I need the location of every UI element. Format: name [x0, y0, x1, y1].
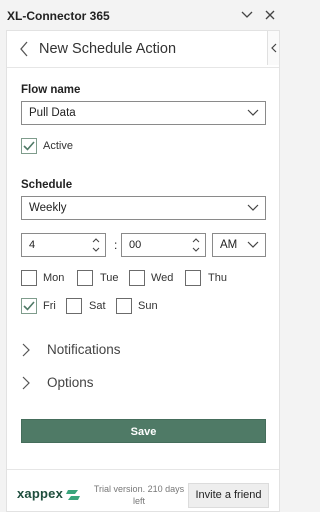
minute-value: 00	[129, 239, 142, 251]
options-label: Options	[47, 375, 94, 390]
checkmark-icon	[23, 141, 35, 151]
day-checkbox-sat[interactable]	[66, 298, 82, 314]
hour-value: 4	[29, 239, 36, 251]
close-icon[interactable]	[261, 6, 279, 24]
notifications-expander[interactable]: Notifications	[21, 340, 261, 360]
collapse-pane-button[interactable]	[267, 31, 279, 65]
time-separator: :	[114, 238, 118, 252]
day-checkbox-sun[interactable]	[116, 298, 132, 314]
minute-stepper[interactable]: 00	[121, 233, 206, 257]
logo-text: xappex	[17, 486, 64, 501]
title-bar: XL-Connector 365	[0, 0, 286, 30]
xappex-logo: xappex	[17, 486, 87, 503]
chevron-right-icon	[22, 376, 30, 390]
frequency-value: Weekly	[29, 202, 67, 214]
chevron-down-icon	[247, 204, 259, 211]
day-label-fri: Fri	[43, 300, 56, 312]
page-header: New Schedule Action	[7, 31, 279, 68]
day-checkbox-mon[interactable]	[21, 270, 37, 286]
spin-arrows-icon[interactable]	[191, 235, 201, 255]
day-label-mon: Mon	[43, 272, 65, 284]
chevron-down-icon	[247, 109, 259, 116]
day-checkbox-fri[interactable]	[21, 298, 37, 314]
hour-stepper[interactable]: 4	[21, 233, 106, 257]
day-checkbox-wed[interactable]	[129, 270, 145, 286]
checkmark-icon	[23, 301, 35, 311]
task-pane: New Schedule Action Flow name Pull Data …	[6, 30, 280, 512]
logo-mark-icon	[66, 490, 80, 500]
active-label: Active	[43, 140, 73, 152]
flow-name-label: Flow name	[21, 84, 81, 96]
spin-arrows-icon[interactable]	[91, 235, 101, 255]
trial-status: Trial version. 210 days left	[93, 484, 185, 506]
flow-name-dropdown[interactable]: Pull Data	[21, 101, 266, 125]
flow-name-value: Pull Data	[29, 107, 76, 119]
day-label-wed: Wed	[151, 272, 174, 284]
page-title: New Schedule Action	[39, 41, 177, 57]
day-checkbox-thu[interactable]	[185, 270, 201, 286]
save-button[interactable]: Save	[21, 419, 266, 443]
invite-friend-button[interactable]: Invite a friend	[188, 483, 269, 508]
chevron-left-icon	[270, 43, 276, 53]
chevron-right-icon	[22, 343, 30, 357]
day-label-tue: Tue	[100, 272, 119, 284]
day-label-thu: Thu	[208, 272, 227, 284]
day-label-sat: Sat	[89, 300, 106, 312]
frequency-dropdown[interactable]: Weekly	[21, 196, 266, 220]
ampm-value: AM	[220, 239, 238, 251]
back-arrow-icon[interactable]	[19, 41, 33, 57]
ampm-dropdown[interactable]: AM	[212, 233, 266, 257]
day-label-sun: Sun	[138, 300, 158, 312]
chevron-down-icon	[247, 241, 259, 248]
active-checkbox[interactable]	[21, 138, 37, 154]
footer-divider	[7, 469, 279, 470]
notifications-label: Notifications	[47, 342, 121, 357]
day-checkbox-tue[interactable]	[77, 270, 93, 286]
chevron-down-icon[interactable]	[238, 6, 256, 24]
app-title: XL-Connector 365	[7, 9, 110, 23]
schedule-label: Schedule	[21, 179, 73, 191]
options-expander[interactable]: Options	[21, 373, 261, 393]
